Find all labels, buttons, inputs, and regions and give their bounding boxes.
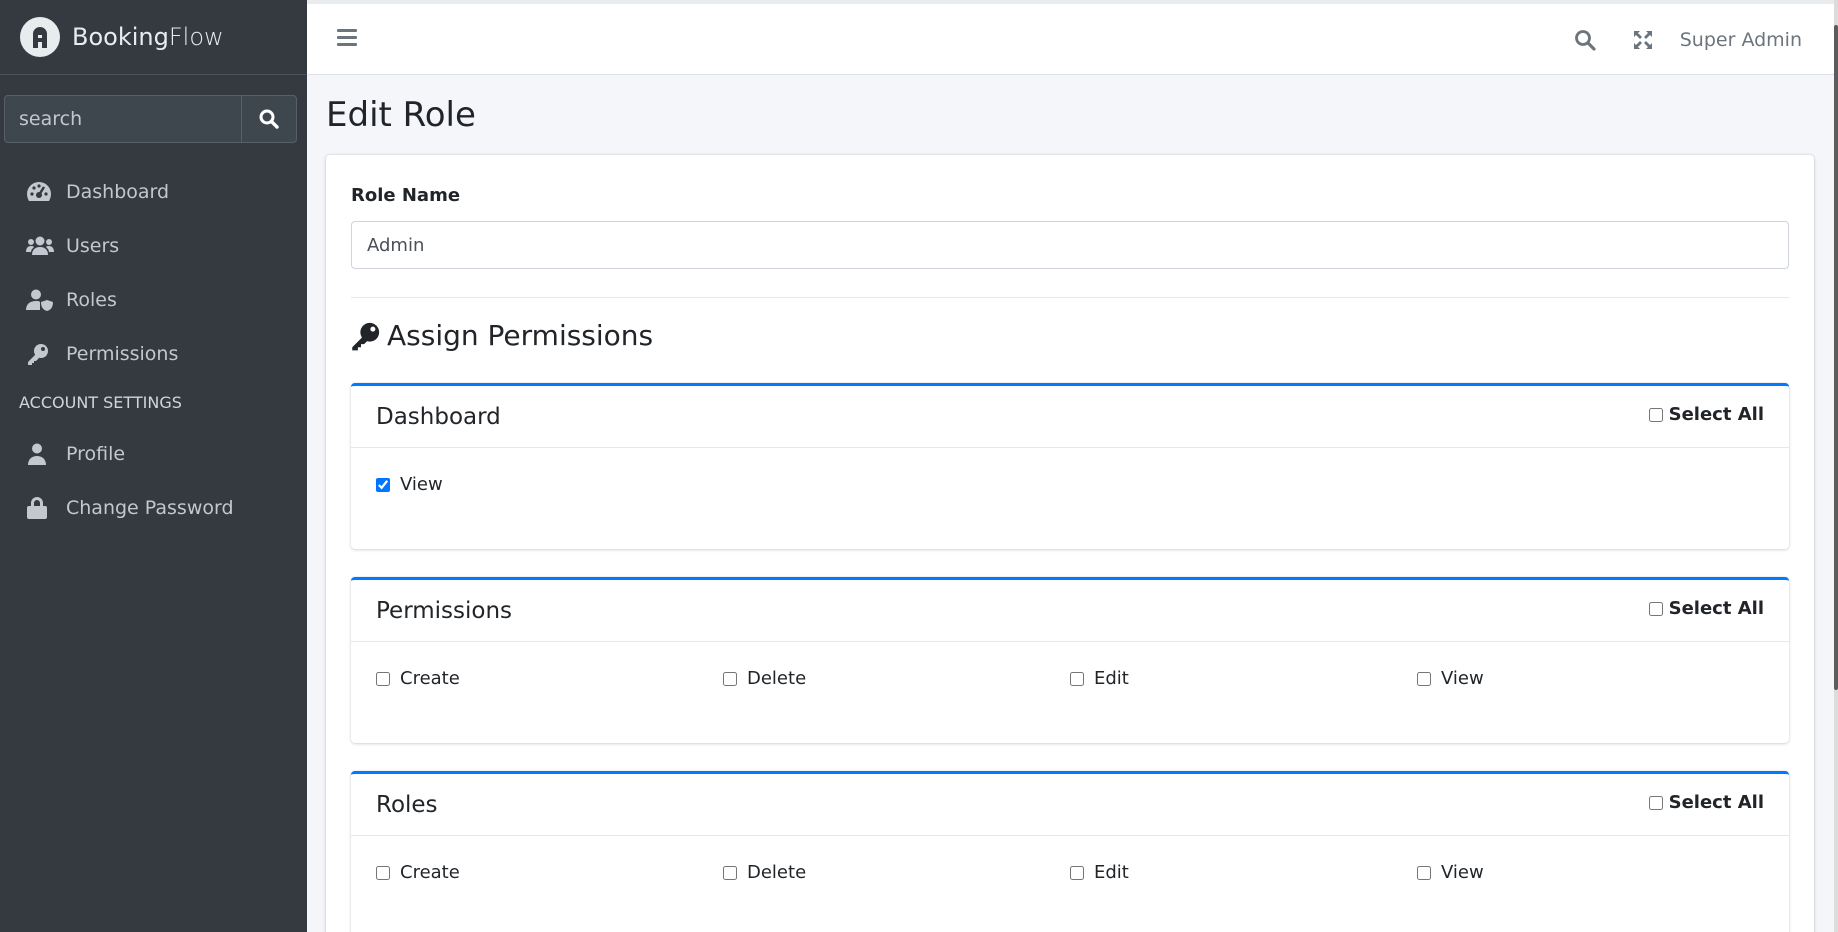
permission-checkbox[interactable] bbox=[723, 671, 737, 686]
permission-checkbox[interactable] bbox=[1417, 865, 1431, 880]
select-all-checkbox[interactable] bbox=[1648, 795, 1663, 810]
sidebar-item-label: Dashboard bbox=[66, 181, 170, 203]
role-name-input[interactable] bbox=[351, 221, 1789, 269]
permission-roles-create[interactable]: Create bbox=[376, 862, 723, 883]
permission-group-title: Permissions bbox=[376, 597, 513, 624]
permission-roles-edit[interactable]: Edit bbox=[1070, 862, 1417, 883]
sidebar-search-input[interactable] bbox=[4, 95, 241, 143]
sidebar-search-button[interactable] bbox=[241, 95, 297, 143]
assign-permissions-heading: Assign Permissions bbox=[351, 319, 653, 352]
user-icon bbox=[26, 443, 56, 465]
permission-checkbox[interactable] bbox=[1417, 671, 1431, 686]
sidebar-item-label: Roles bbox=[66, 289, 117, 311]
select-all-roles[interactable]: Select All bbox=[1648, 792, 1764, 813]
role-name-label: Role Name bbox=[351, 185, 461, 206]
sidebar-item-dashboard[interactable]: Dashboard bbox=[0, 165, 307, 219]
page-title: Edit Role bbox=[326, 95, 476, 135]
sidebar-item-users[interactable]: Users bbox=[0, 219, 307, 273]
fullscreen-icon[interactable] bbox=[1614, 30, 1672, 50]
sidebar-item-roles[interactable]: Roles bbox=[0, 273, 307, 327]
key-icon bbox=[352, 322, 380, 350]
account-settings-header: ACCOUNT SETTINGS bbox=[19, 393, 182, 412]
permission-permissions-view[interactable]: View bbox=[1417, 668, 1764, 689]
permission-checkbox[interactable] bbox=[1070, 671, 1084, 686]
brand-link[interactable]: BookingFlow bbox=[0, 0, 307, 75]
permission-checkbox[interactable] bbox=[376, 865, 390, 880]
sidebar-search bbox=[4, 95, 297, 143]
permission-permissions-edit[interactable]: Edit bbox=[1070, 668, 1417, 689]
permission-roles-delete[interactable]: Delete bbox=[723, 862, 1070, 883]
menu-toggle-icon[interactable] bbox=[337, 29, 357, 47]
user-menu[interactable]: Super Admin bbox=[1680, 29, 1802, 51]
permission-checkbox[interactable] bbox=[1070, 865, 1084, 880]
assign-permissions-title: Assign Permissions bbox=[387, 319, 654, 352]
sidebar-item-profile[interactable]: Profile bbox=[0, 427, 307, 481]
page-scrollbar[interactable] bbox=[1834, 0, 1838, 932]
select-all-checkbox[interactable] bbox=[1648, 407, 1663, 422]
permission-group-dashboard: Dashboard Select All View bbox=[351, 383, 1789, 549]
search-icon bbox=[259, 109, 279, 129]
sidebar-item-label: Users bbox=[66, 235, 120, 257]
permission-group-permissions: Permissions Select All Create Delete Edi… bbox=[351, 577, 1789, 743]
edit-role-card: Role Name Assign Permissions Dashboard S… bbox=[326, 155, 1814, 932]
brand-name: BookingFlow bbox=[72, 23, 224, 51]
sidebar-item-label: Permissions bbox=[66, 343, 179, 365]
divider bbox=[351, 297, 1789, 298]
user-shield-icon bbox=[26, 289, 56, 311]
key-icon bbox=[26, 342, 56, 366]
navbar-search-icon[interactable] bbox=[1556, 29, 1614, 51]
permission-checkbox[interactable] bbox=[723, 865, 737, 880]
permission-group-title: Roles bbox=[376, 791, 438, 818]
sidebar-item-change-password[interactable]: Change Password bbox=[0, 481, 307, 535]
select-all-permissions[interactable]: Select All bbox=[1648, 598, 1764, 619]
sidebar: BookingFlow Dashboard Users Roles Permis… bbox=[0, 0, 307, 932]
sidebar-item-label: Profile bbox=[66, 443, 126, 465]
lock-icon bbox=[26, 496, 56, 520]
permission-checkbox[interactable] bbox=[376, 477, 390, 492]
brand-logo-icon bbox=[20, 17, 60, 57]
permission-checkbox[interactable] bbox=[376, 671, 390, 686]
tachometer-icon bbox=[26, 181, 56, 203]
permission-permissions-delete[interactable]: Delete bbox=[723, 668, 1070, 689]
sidebar-item-label: Change Password bbox=[66, 497, 234, 519]
permission-group-roles: Roles Select All Create Delete Edit View bbox=[351, 771, 1789, 932]
users-icon bbox=[26, 236, 56, 256]
permission-dashboard-view[interactable]: View bbox=[376, 474, 727, 495]
permission-group-title: Dashboard bbox=[376, 403, 501, 430]
permission-permissions-create[interactable]: Create bbox=[376, 668, 723, 689]
select-all-checkbox[interactable] bbox=[1648, 601, 1663, 616]
permission-roles-view[interactable]: View bbox=[1417, 862, 1764, 883]
sidebar-item-permissions[interactable]: Permissions bbox=[0, 327, 307, 381]
select-all-dashboard[interactable]: Select All bbox=[1648, 404, 1764, 425]
top-navbar: Super Admin bbox=[307, 0, 1838, 75]
